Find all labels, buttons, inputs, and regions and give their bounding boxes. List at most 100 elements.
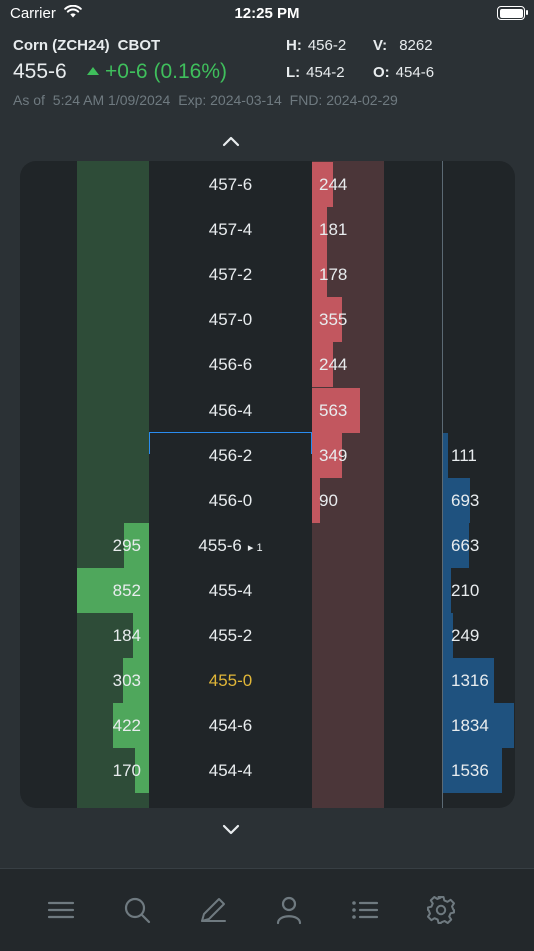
menu-icon[interactable] (46, 895, 76, 925)
open-stat: O: 454-6 (373, 64, 434, 81)
price-cell[interactable]: 454-6 (149, 703, 312, 748)
open-value: 454-6 (395, 64, 435, 81)
status-bar: Carrier 12:25 PM (0, 0, 534, 28)
low-label: L: (286, 64, 301, 81)
price-cell[interactable]: 456-0 (149, 478, 312, 523)
price-label: 457-4 (208, 220, 253, 240)
low-value: 454-2 (306, 64, 345, 81)
chevron-up-icon[interactable] (221, 134, 241, 148)
expiry-date: Exp: 2024-03-14 (178, 92, 282, 108)
search-icon[interactable] (122, 895, 152, 925)
ladder-row[interactable]: 90 693 456-0 (20, 477, 515, 523)
price-change: +0-6 (0.16%) (87, 60, 227, 84)
price-label: 454-6 (208, 716, 253, 736)
price-label: 457-2 (208, 265, 253, 285)
bid-size[interactable]: 295 (77, 523, 141, 568)
ladder-row[interactable]: 422 1834 454-6 (20, 703, 515, 749)
pencil-icon[interactable] (198, 895, 228, 925)
price-cell[interactable]: 454-4 (149, 748, 312, 793)
up-triangle-icon (87, 67, 99, 75)
user-icon[interactable] (274, 895, 304, 925)
price-cell[interactable]: 457-6 (149, 162, 312, 207)
bid-size[interactable]: 303 (77, 658, 141, 703)
ladder-row[interactable]: 563 456-4 (20, 387, 515, 433)
ladder-row[interactable]: 244 457-6 (20, 162, 515, 207)
price-label: 456-0 (208, 490, 253, 510)
high-value: 456-2 (307, 37, 347, 54)
volume-bar (443, 567, 451, 613)
price-label: 457-6 (208, 175, 253, 194)
last-price: 455-6 (13, 60, 67, 83)
price-label: 455-6 (198, 535, 242, 555)
as-of-label: As of (13, 92, 45, 108)
bid-size[interactable]: 170 (77, 748, 141, 793)
as-of-line: As of 5:24 AM 1/09/2024 Exp: 2024-03-14 … (13, 92, 402, 108)
price-cell[interactable]: 456-4 (149, 388, 312, 433)
ladder-row[interactable]: 184 249 455-2 (20, 613, 515, 658)
ladder-row[interactable]: 181 457-4 (20, 207, 515, 253)
ask-size[interactable]: 355 (319, 297, 347, 342)
volume-stat: V: 8262 (373, 37, 433, 54)
price-cell[interactable]: 455-4 (149, 568, 312, 613)
price-cell[interactable]: 457-4 (149, 207, 312, 252)
volume-label: V: (373, 37, 388, 54)
volume-at-price: 1316 (451, 671, 489, 691)
price-change-value: +0-6 (0.16%) (105, 60, 227, 83)
bid-size[interactable]: 852 (77, 568, 141, 613)
position-marker: ▸ 1 (247, 541, 263, 554)
volume-bar (443, 432, 448, 478)
price-label: 455-2 (208, 626, 253, 645)
battery-icon (497, 6, 528, 20)
ask-size[interactable]: 349 (319, 433, 347, 478)
volume-at-price: 111 (451, 445, 477, 465)
price-cell[interactable]: 457-0 (149, 297, 312, 342)
ladder-row[interactable]: 170 1536 454-4 (20, 748, 515, 794)
price-label: 454-4 (208, 761, 253, 781)
ladder-row[interactable]: 852 210 455-4 (20, 567, 515, 613)
volume-at-price: 210 (451, 580, 480, 600)
ask-size[interactable]: 244 (319, 342, 347, 387)
high-stat: H: 456-2 (286, 37, 346, 54)
price-cell[interactable]: 455-6 ▸ 1 (149, 523, 312, 571)
ladder-row[interactable]: 355 457-0 (20, 297, 515, 343)
contract-name: Corn (ZCH24) CBOT (13, 37, 160, 54)
ask-size[interactable]: 178 (319, 252, 347, 297)
volume-at-price: 693 (451, 490, 480, 510)
volume-value: 8262 (399, 37, 433, 54)
price-label: 456-4 (208, 400, 253, 420)
selected-price-cursor (149, 432, 312, 454)
ask-size[interactable]: 244 (319, 162, 347, 207)
ladder-row[interactable]: 244 456-6 (20, 342, 515, 388)
price-cell[interactable]: 456-6 (149, 342, 312, 387)
ask-size[interactable]: 563 (319, 388, 347, 433)
price-cell[interactable]: 455-2 (149, 613, 312, 658)
open-label: O: (373, 64, 390, 81)
price-cell[interactable]: 457-2 (149, 252, 312, 297)
clock: 12:25 PM (234, 5, 300, 22)
price-label: 457-0 (208, 310, 253, 330)
as-of-time: 5:24 AM 1/09/2024 (52, 92, 171, 108)
contract-title: Corn (ZCH24) (13, 37, 110, 54)
price-label: 456-6 (208, 355, 253, 375)
ladder-row[interactable]: 303 1316 455-0 (20, 658, 515, 704)
volume-at-price: 1834 (451, 716, 489, 736)
gear-icon[interactable] (426, 895, 456, 925)
high-label: H: (286, 37, 302, 54)
price-ladder[interactable]: 244 457-6 181 457-4 178 457-2 355 457-0 244 456-6… (20, 161, 515, 808)
list-icon[interactable] (350, 895, 380, 925)
price-label: 455-0 (208, 671, 253, 691)
fnd-date: FND: 2024-02-29 (289, 92, 398, 108)
price-cell[interactable]: 455-0 (149, 658, 312, 703)
volume-at-price: 663 (451, 535, 480, 555)
low-stat: L: 454-2 (286, 64, 345, 81)
exchange-label: CBOT (117, 37, 161, 54)
bid-size[interactable]: 184 (77, 613, 141, 658)
ask-size[interactable]: 90 (319, 478, 338, 523)
volume-at-price: 1536 (451, 761, 489, 781)
price-label: 455-4 (208, 580, 253, 600)
ladder-row[interactable]: 295 663 455-6 ▸ 1 (20, 522, 515, 571)
ladder-row[interactable]: 178 457-2 (20, 252, 515, 298)
ask-size[interactable]: 181 (319, 207, 347, 252)
bid-size[interactable]: 422 (77, 703, 141, 748)
chevron-down-icon[interactable] (221, 822, 241, 836)
